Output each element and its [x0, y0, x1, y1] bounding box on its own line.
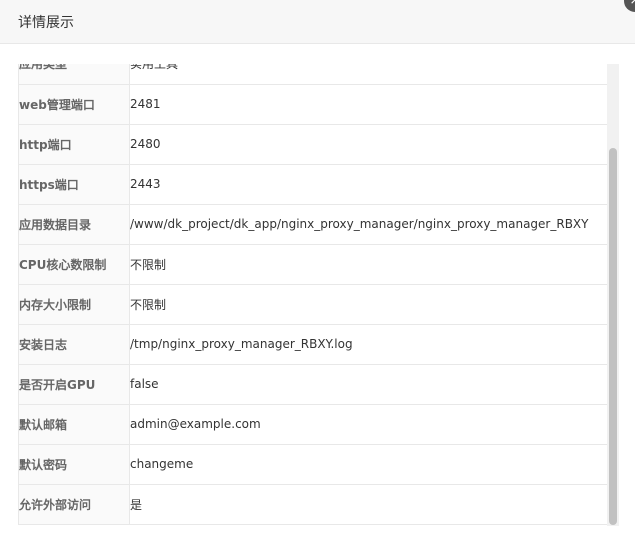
row-label-web-port: web管理端口 — [18, 84, 130, 125]
row-label-cpu-limit: CPU核心数限制 — [18, 244, 130, 285]
row-label-default-password: 默认密码 — [18, 444, 130, 485]
table-row: 默认密码 changeme — [18, 444, 607, 485]
row-label-gpu: 是否开启GPU — [18, 364, 130, 405]
table-row: CPU核心数限制 不限制 — [18, 244, 607, 285]
row-value-memory-limit: 不限制 — [129, 284, 607, 325]
row-label-external-access: 允许外部访问 — [18, 484, 130, 525]
table-row: 安装日志 /tmp/nginx_proxy_manager_RBXY.log — [18, 324, 607, 365]
details-scroll-area[interactable]: 应用类型 实用工具 web管理端口 2481 http端口 2480 https… — [18, 64, 607, 525]
row-value-default-password: changeme — [129, 444, 607, 485]
table-row: 允许外部访问 是 — [18, 484, 607, 525]
row-value-app-type: 实用工具 — [129, 64, 607, 85]
table-row: 内存大小限制 不限制 — [18, 284, 607, 325]
row-label-app-type: 应用类型 — [18, 64, 130, 85]
row-value-data-dir: /www/dk_project/dk_app/nginx_proxy_manag… — [129, 204, 607, 245]
row-label-install-log: 安装日志 — [18, 324, 130, 365]
row-label-data-dir: 应用数据目录 — [18, 204, 130, 245]
row-label-https-port: https端口 — [18, 164, 130, 205]
row-value-cpu-limit: 不限制 — [129, 244, 607, 285]
table-row: 默认邮箱 admin@example.com — [18, 404, 607, 445]
row-label-http-port: http端口 — [18, 124, 130, 165]
row-value-http-port: 2480 — [129, 124, 607, 165]
table-row: 应用类型 实用工具 — [18, 64, 607, 85]
table-row: http端口 2480 — [18, 124, 607, 165]
dialog-title: 详情展示 — [18, 15, 74, 31]
row-value-web-port: 2481 — [129, 84, 607, 125]
row-value-default-email: admin@example.com — [129, 404, 607, 445]
row-label-memory-limit: 内存大小限制 — [18, 284, 130, 325]
row-value-external-access: 是 — [129, 484, 607, 525]
table-row: 是否开启GPU false — [18, 364, 607, 405]
row-value-gpu: false — [129, 364, 607, 405]
details-table: 应用类型 实用工具 web管理端口 2481 http端口 2480 https… — [18, 64, 607, 525]
table-row: https端口 2443 — [18, 164, 607, 205]
row-value-https-port: 2443 — [129, 164, 607, 205]
vertical-scrollbar[interactable] — [607, 64, 619, 526]
scrollbar-thumb[interactable] — [609, 148, 617, 525]
table-row: web管理端口 2481 — [18, 84, 607, 125]
row-value-install-log: /tmp/nginx_proxy_manager_RBXY.log — [129, 324, 607, 365]
table-row: 应用数据目录 /www/dk_project/dk_app/nginx_prox… — [18, 204, 607, 245]
dialog-header: 详情展示 — [0, 0, 635, 44]
row-label-default-email: 默认邮箱 — [18, 404, 130, 445]
